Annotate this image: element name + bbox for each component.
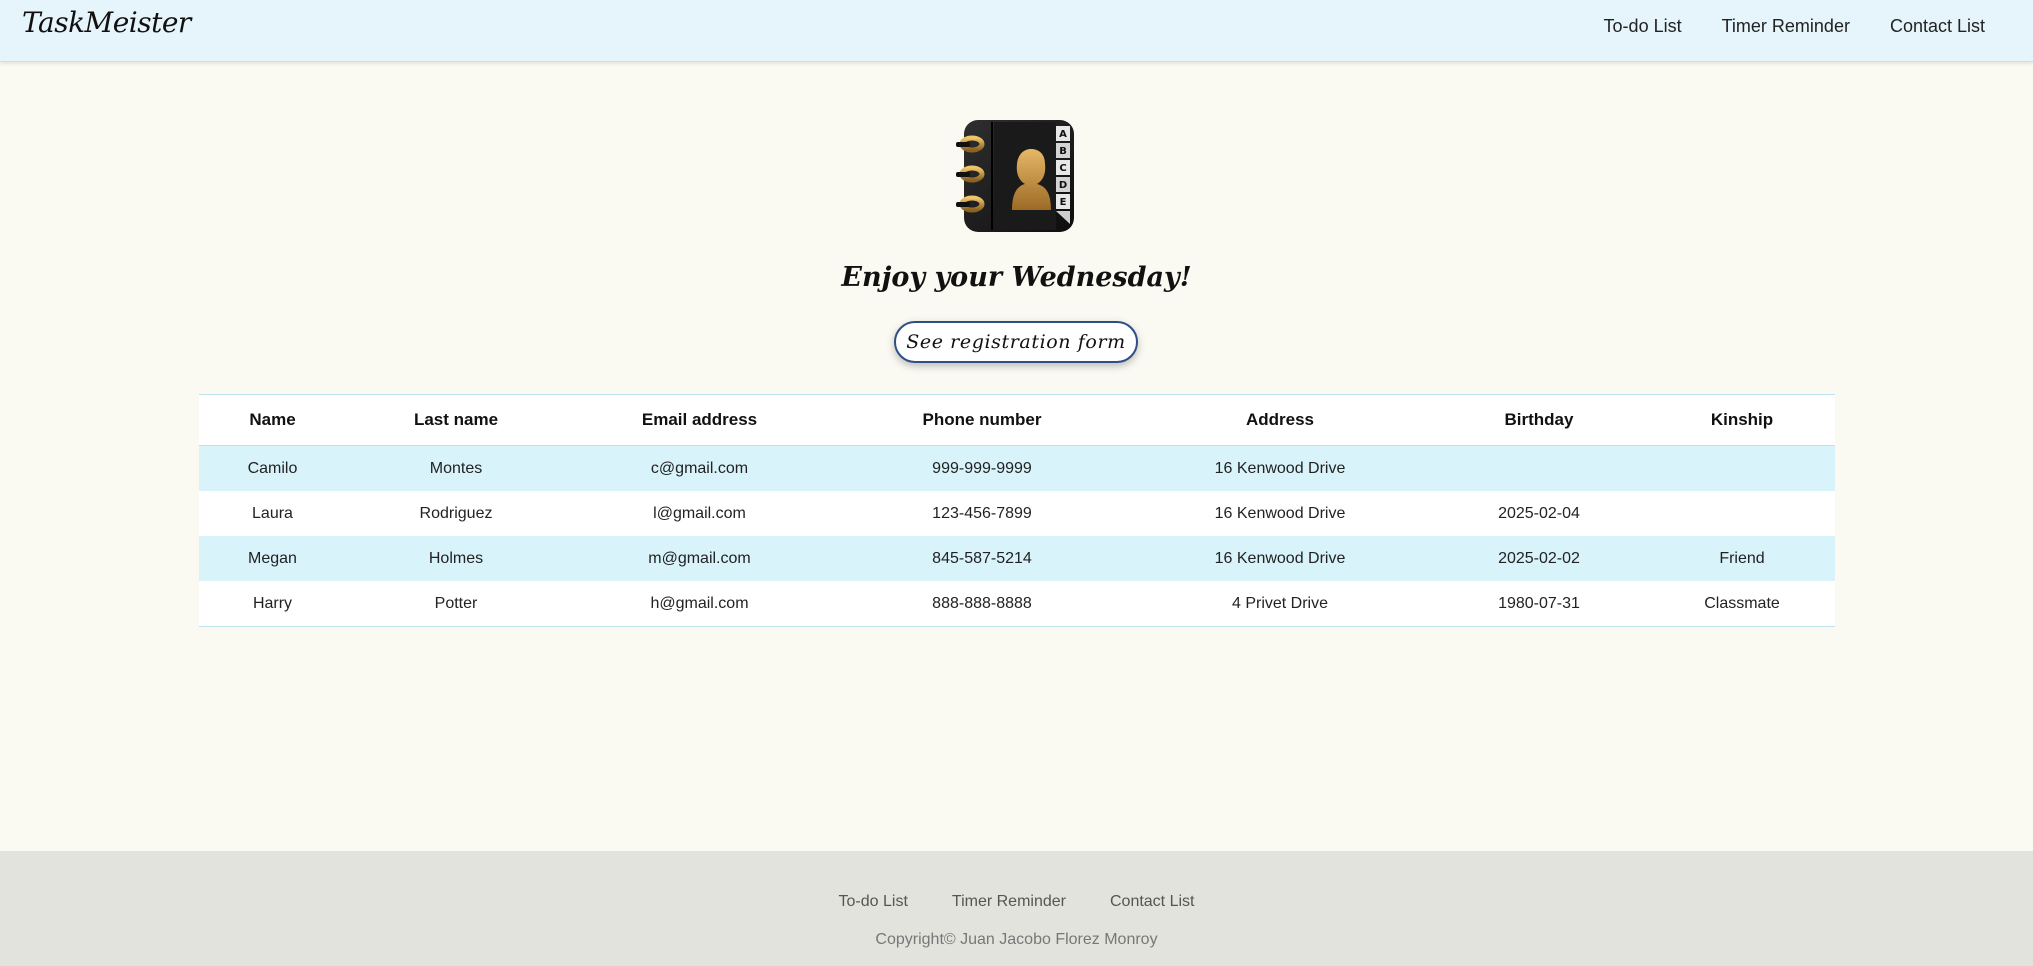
hero: A B C D E: [0, 118, 2033, 238]
nav-link-timer[interactable]: Timer Reminder: [1722, 16, 1850, 37]
header-kinship: Kinship: [1710, 410, 1774, 429]
table-header-row: Name Last name Email address Phone numbe…: [199, 394, 1835, 446]
nav-link-todo[interactable]: To-do List: [1604, 16, 1682, 37]
table-row: Megan Holmes m@gmail.com 845-587-5214 16…: [199, 536, 1835, 581]
header-email: Email address: [641, 410, 758, 429]
brand-logo[interactable]: TaskMeister: [22, 6, 191, 39]
cell-birthday: 2025-02-02: [1498, 549, 1580, 567]
table-row: Laura Rodriguez l@gmail.com 123-456-7899…: [199, 491, 1835, 536]
contacts-table-wrapper: Name Last name Email address Phone numbe…: [199, 394, 1835, 627]
svg-text:C: C: [1059, 163, 1066, 174]
nav-link-contacts[interactable]: Contact List: [1890, 16, 1985, 37]
footer-links: To-do List Timer Reminder Contact List: [0, 893, 2033, 911]
header-last-name: Last name: [413, 410, 499, 429]
header-address: Address: [1245, 410, 1315, 429]
footer: To-do List Timer Reminder Contact List C…: [0, 851, 2033, 966]
header-name: Name: [249, 410, 296, 429]
contacts-table: Name Last name Email address Phone numbe…: [199, 394, 1835, 627]
cell-address: 16 Kenwood Drive: [1214, 459, 1346, 477]
cell-address: 16 Kenwood Drive: [1214, 504, 1346, 522]
cell-birthday: 1980-07-31: [1498, 594, 1580, 612]
cell-kinship: [1649, 446, 1835, 492]
cell-email: l@gmail.com: [653, 504, 746, 522]
header-phone: Phone number: [922, 410, 1042, 429]
footer-link-todo[interactable]: To-do List: [839, 893, 908, 911]
svg-text:A: A: [1059, 129, 1067, 140]
cell-email: h@gmail.com: [650, 594, 749, 612]
table-row: Harry Potter h@gmail.com 888-888-8888 4 …: [199, 581, 1835, 627]
cell-email: m@gmail.com: [648, 549, 751, 567]
cell-email: c@gmail.com: [650, 459, 749, 477]
greeting-heading: Enjoy your Wednesday!: [841, 262, 1192, 293]
copyright-text: Copyright© Juan Jacobo Florez Monroy: [875, 931, 1158, 948]
navbar: TaskMeister To-do List Timer Reminder Co…: [0, 0, 2033, 62]
footer-link-contacts[interactable]: Contact List: [1110, 893, 1194, 911]
cell-phone: 845-587-5214: [932, 549, 1032, 567]
cell-kinship: [1649, 491, 1835, 536]
header-birthday: Birthday: [1504, 410, 1574, 429]
cell-phone: 888-888-8888: [932, 594, 1032, 612]
svg-text:E: E: [1059, 197, 1066, 208]
cell-kinship: Friend: [1719, 549, 1765, 567]
cell-birthday: [1429, 446, 1649, 492]
table-row: Camilo Montes c@gmail.com 999-999-9999 1…: [199, 445, 1835, 492]
cell-name: Camilo: [247, 459, 298, 477]
cell-address: 16 Kenwood Drive: [1214, 549, 1346, 567]
cell-last-name: Holmes: [428, 549, 484, 567]
footer-link-timer[interactable]: Timer Reminder: [952, 893, 1066, 911]
cell-birthday: 2025-02-04: [1498, 504, 1580, 522]
cell-last-name: Montes: [429, 459, 483, 477]
cell-name: Laura: [252, 504, 293, 522]
cell-phone: 123-456-7899: [932, 504, 1032, 522]
registration-form-button[interactable]: See registration form: [894, 321, 1138, 363]
cell-name: Megan: [248, 549, 297, 567]
cell-last-name: Potter: [434, 594, 478, 612]
nav-links: To-do List Timer Reminder Contact List: [1604, 16, 1985, 37]
cell-kinship: Classmate: [1704, 594, 1780, 612]
svg-text:D: D: [1058, 180, 1066, 191]
cell-address: 4 Privet Drive: [1231, 594, 1329, 612]
cell-phone: 999-999-9999: [932, 459, 1032, 477]
svg-text:B: B: [1059, 146, 1067, 157]
cell-name: Harry: [252, 594, 293, 612]
address-book-icon: A B C D E: [955, 120, 1074, 232]
cell-last-name: Rodriguez: [419, 504, 493, 522]
